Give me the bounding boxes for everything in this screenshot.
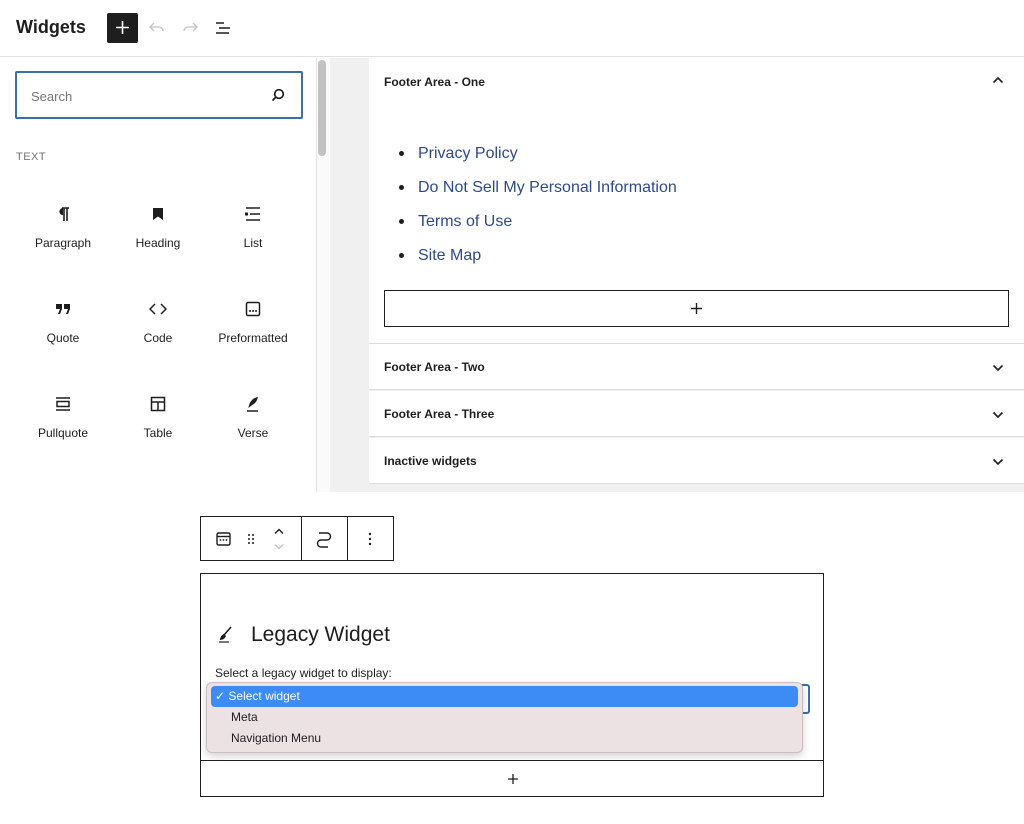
chevron-down-icon[interactable]	[992, 364, 1004, 372]
block-pullquote[interactable]: Pullquote	[16, 392, 110, 462]
preformatted-icon	[245, 301, 261, 317]
block-paragraph[interactable]: Paragraph	[16, 202, 110, 272]
quote-icon	[56, 304, 70, 314]
chevron-down-icon[interactable]	[992, 458, 1004, 466]
option-select-widget[interactable]: ✓ Select widget	[211, 686, 798, 707]
option-meta[interactable]: Meta	[211, 707, 798, 728]
block-heading[interactable]: Heading	[111, 202, 205, 272]
search-input[interactable]	[31, 87, 261, 105]
legacy-widget-prompt: Select a legacy widget to display:	[215, 666, 392, 680]
list-item[interactable]: Do Not Sell My Personal Information	[399, 179, 677, 213]
move-up-icon[interactable]	[273, 527, 285, 535]
option-navigation-menu[interactable]: Navigation Menu	[211, 728, 798, 749]
widget-select-dropdown: ✓ Select widget Meta Navigation Menu	[206, 682, 803, 753]
block-verse[interactable]: Verse	[206, 392, 300, 462]
block-preformatted[interactable]: Preformatted	[206, 297, 300, 367]
heading-icon	[153, 208, 163, 220]
add-block-button[interactable]	[107, 13, 138, 43]
move-down-icon[interactable]	[273, 543, 285, 551]
widget-area-footer-two[interactable]: Footer Area - Two	[369, 344, 1024, 390]
plus-icon	[691, 303, 702, 314]
footer-links-list: Privacy Policy Do Not Sell My Personal I…	[399, 145, 677, 281]
link-privacy-policy[interactable]: Privacy Policy	[418, 145, 518, 162]
verse-icon	[247, 397, 258, 412]
plus-icon	[116, 21, 129, 34]
list-item[interactable]: Terms of Use	[399, 213, 677, 247]
block-toolbar	[200, 516, 394, 561]
transform-icon[interactable]	[316, 530, 332, 548]
calendar-icon[interactable]	[216, 531, 231, 546]
page-title: Widgets	[16, 17, 86, 37]
block-table[interactable]: Table	[111, 392, 205, 462]
widget-area-title[interactable]: Footer Area - One	[384, 75, 485, 89]
brush-icon	[219, 626, 232, 643]
undo-icon[interactable]	[149, 20, 165, 34]
widget-area-title[interactable]: Footer Area - Three	[384, 407, 494, 421]
widget-area-title[interactable]: Inactive widgets	[384, 454, 477, 468]
chevron-up-icon[interactable]	[992, 76, 1004, 84]
inserter-scroll-thumb[interactable]	[318, 60, 326, 156]
table-icon	[150, 396, 166, 412]
widget-area-footer-three[interactable]: Footer Area - Three	[369, 391, 1024, 437]
list-icon	[245, 207, 260, 221]
code-icon	[149, 303, 167, 315]
paragraph-icon	[59, 207, 69, 221]
pullquote-icon	[56, 397, 70, 411]
block-quote[interactable]: Quote	[16, 297, 110, 367]
add-block-appender[interactable]	[384, 290, 1009, 327]
block-inserter-panel: TEXT Paragraph Heading List Quote Code P…	[0, 58, 330, 492]
search-box[interactable]	[15, 71, 303, 119]
category-label: TEXT	[16, 151, 47, 163]
widget-area-title[interactable]: Footer Area - Two	[384, 360, 485, 374]
link-terms-of-use[interactable]: Terms of Use	[418, 213, 512, 230]
drag-handle-icon[interactable]	[247, 533, 255, 545]
link-site-map[interactable]: Site Map	[418, 247, 481, 264]
plus-icon	[508, 774, 518, 784]
link-do-not-sell[interactable]: Do Not Sell My Personal Information	[418, 179, 677, 196]
list-view-icon[interactable]	[214, 21, 232, 35]
add-block-appender[interactable]	[200, 760, 824, 797]
search-icon	[271, 88, 285, 102]
widget-area-inactive[interactable]: Inactive widgets	[369, 438, 1024, 484]
list-item[interactable]: Privacy Policy	[399, 145, 677, 179]
list-item[interactable]: Site Map	[399, 247, 677, 281]
chevron-down-icon[interactable]	[992, 411, 1004, 419]
block-code[interactable]: Code	[111, 297, 205, 367]
legacy-widget-title: Legacy Widget	[251, 623, 390, 646]
top-bar: Widgets	[0, 0, 1024, 57]
redo-icon[interactable]	[182, 20, 198, 34]
more-options-icon[interactable]	[368, 532, 372, 546]
block-list[interactable]: List	[206, 202, 300, 272]
